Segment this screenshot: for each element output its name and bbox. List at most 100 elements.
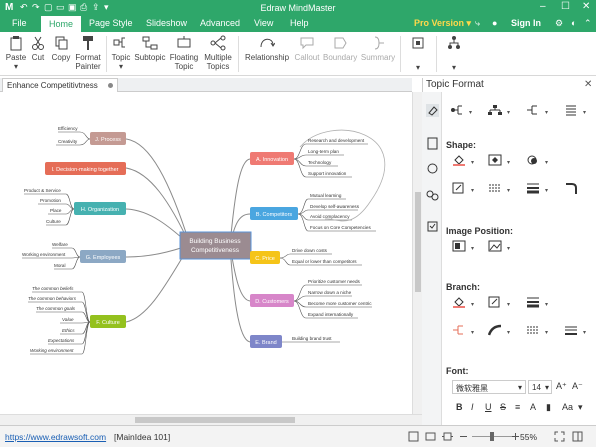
- decrease-font-icon[interactable]: A⁻: [572, 381, 583, 392]
- collapse-ribbon-icon[interactable]: ⌃: [584, 18, 592, 29]
- close-tab-icon[interactable]: [108, 83, 113, 88]
- copy-button[interactable]: Copy: [50, 35, 72, 62]
- format-icon[interactable]: [426, 104, 439, 117]
- fit-window-icon[interactable]: [554, 431, 565, 442]
- panel-close-icon[interactable]: ✕: [584, 79, 592, 90]
- image-left-button[interactable]: ▾: [452, 240, 474, 254]
- multiple-topics-button[interactable]: Multiple Topics: [202, 35, 234, 71]
- subtopic-button[interactable]: Subtopic: [134, 35, 166, 62]
- highlight-icon[interactable]: ▮: [546, 402, 551, 413]
- image-top-button[interactable]: ▾: [488, 240, 510, 254]
- text-color-icon[interactable]: A: [530, 402, 536, 412]
- cut-button[interactable]: Cut: [30, 35, 46, 62]
- minimize-icon[interactable]: –: [540, 1, 546, 12]
- summary-icon: [374, 36, 384, 50]
- branch-taper-button[interactable]: ▾: [487, 324, 510, 338]
- bold-icon[interactable]: B: [456, 402, 463, 412]
- branch-connector-button[interactable]: ▾: [452, 324, 474, 338]
- format-painter-button[interactable]: Format Painter: [74, 35, 102, 71]
- menu-view[interactable]: View: [254, 18, 273, 28]
- branch-weight-button[interactable]: ▾: [526, 296, 548, 310]
- menu-help[interactable]: Help: [290, 18, 309, 28]
- subtopic: Equal or lower than competitors: [292, 259, 357, 264]
- insert-tools-button[interactable]: ▾: [408, 35, 428, 72]
- user-icon[interactable]: ●: [492, 18, 497, 28]
- icon-library-icon[interactable]: [426, 162, 439, 175]
- branch-dash-button[interactable]: ▾: [526, 324, 548, 338]
- scroll-thumb[interactable]: [415, 192, 421, 292]
- theme-icon[interactable]: ◐: [571, 18, 576, 28]
- border-color-button[interactable]: ▾: [452, 182, 474, 196]
- connector-brand: [229, 244, 251, 343]
- maximize-icon[interactable]: ☐: [561, 1, 570, 12]
- more-font-icon[interactable]: ▾: [578, 402, 583, 413]
- panel-toggle-icon[interactable]: [572, 431, 583, 442]
- clipart-icon[interactable]: [426, 189, 439, 202]
- fill-color-button[interactable]: ▾: [452, 154, 474, 168]
- taper-icon: [487, 324, 502, 336]
- shadow-button[interactable]: ▾: [526, 154, 548, 168]
- mind-map-canvas[interactable]: Building Business Competitiveness J. Pro…: [0, 92, 412, 414]
- paste-icon: [10, 36, 22, 51]
- border-style-button[interactable]: ▾: [488, 182, 510, 196]
- font-family-select[interactable]: 微软雅黑 ▾: [452, 380, 526, 394]
- relationship-button[interactable]: Relationship: [244, 35, 290, 62]
- layout-button[interactable]: ▾: [488, 104, 510, 118]
- layout-style-button[interactable]: ▾: [450, 104, 472, 118]
- menu-advanced[interactable]: Advanced: [200, 18, 240, 28]
- branch-line-color-button[interactable]: ▾: [488, 296, 510, 310]
- underline-icon[interactable]: U: [485, 402, 492, 412]
- alignment-button[interactable]: ▾: [564, 104, 586, 118]
- callout-button[interactable]: Callout: [292, 35, 322, 62]
- topic-button[interactable]: Topic ▾: [110, 35, 132, 71]
- layout-tools-button[interactable]: ▾: [444, 35, 464, 72]
- text-case-icon[interactable]: Aa: [562, 402, 573, 412]
- sign-in-link[interactable]: Sign In: [511, 18, 541, 28]
- text-align-icon[interactable]: ≡: [515, 402, 520, 412]
- fullscreen-icon[interactable]: [425, 431, 436, 442]
- boundary-button[interactable]: Boundary: [323, 35, 357, 62]
- menu-slideshow[interactable]: Slideshow: [146, 18, 187, 28]
- horizontal-scrollbar[interactable]: [0, 414, 422, 425]
- image-icon: [488, 240, 502, 252]
- branch-arrow-button[interactable]: ▾: [564, 324, 586, 338]
- scissors-icon: [32, 36, 44, 50]
- connector-sub: [279, 253, 332, 259]
- strikethrough-icon[interactable]: S: [500, 402, 506, 412]
- topic-brand: E. Brand: [255, 340, 276, 346]
- font-size-select[interactable]: 14 ▾: [528, 380, 552, 394]
- zoom-slider-thumb[interactable]: [490, 432, 494, 441]
- central-topic-line1: Building Business: [189, 238, 241, 245]
- settings-icon[interactable]: ⚙: [555, 18, 563, 29]
- summary-button[interactable]: Summary: [360, 35, 396, 62]
- vertical-scrollbar[interactable]: [412, 92, 422, 414]
- task-icon[interactable]: [426, 220, 439, 233]
- shape-type-button[interactable]: ▾: [488, 154, 510, 168]
- branch-fill-button[interactable]: ▾: [452, 296, 474, 310]
- fit-page-icon[interactable]: [408, 431, 419, 442]
- corner-style-button[interactable]: [564, 182, 586, 196]
- scroll-thumb[interactable]: [135, 417, 295, 423]
- italic-icon[interactable]: I: [471, 402, 474, 412]
- share-icon[interactable]: ⤷: [475, 18, 480, 29]
- website-link[interactable]: https://www.edrawsoft.com: [5, 432, 106, 442]
- menu-home[interactable]: Home: [41, 16, 82, 32]
- paste-button[interactable]: Paste ▾: [4, 35, 28, 71]
- subtopic: The common behaviors: [28, 296, 77, 301]
- border-weight-button[interactable]: ▾: [526, 182, 548, 196]
- central-topic-line2: Competitiveness: [191, 247, 240, 254]
- floating-topic-button[interactable]: Floating Topic: [168, 35, 200, 71]
- document-tab[interactable]: Enhance Competitivtness: [2, 78, 118, 92]
- fit-width-icon[interactable]: [442, 431, 453, 442]
- zoom-out-icon[interactable]: [458, 431, 469, 442]
- close-icon[interactable]: ✕: [582, 1, 590, 12]
- pro-version-dropdown[interactable]: Pro Version ▾: [414, 18, 471, 29]
- subtopic: Focus on Core Competencies: [310, 225, 371, 230]
- menu-file[interactable]: File: [12, 18, 27, 28]
- corner-icon: [566, 183, 577, 194]
- subtopic: Building brand trust: [292, 336, 332, 341]
- increase-font-icon[interactable]: A⁺: [556, 381, 567, 392]
- page-style-icon[interactable]: [426, 137, 439, 150]
- connector-style-button[interactable]: ▾: [526, 104, 548, 118]
- menu-page-style[interactable]: Page Style: [89, 18, 133, 28]
